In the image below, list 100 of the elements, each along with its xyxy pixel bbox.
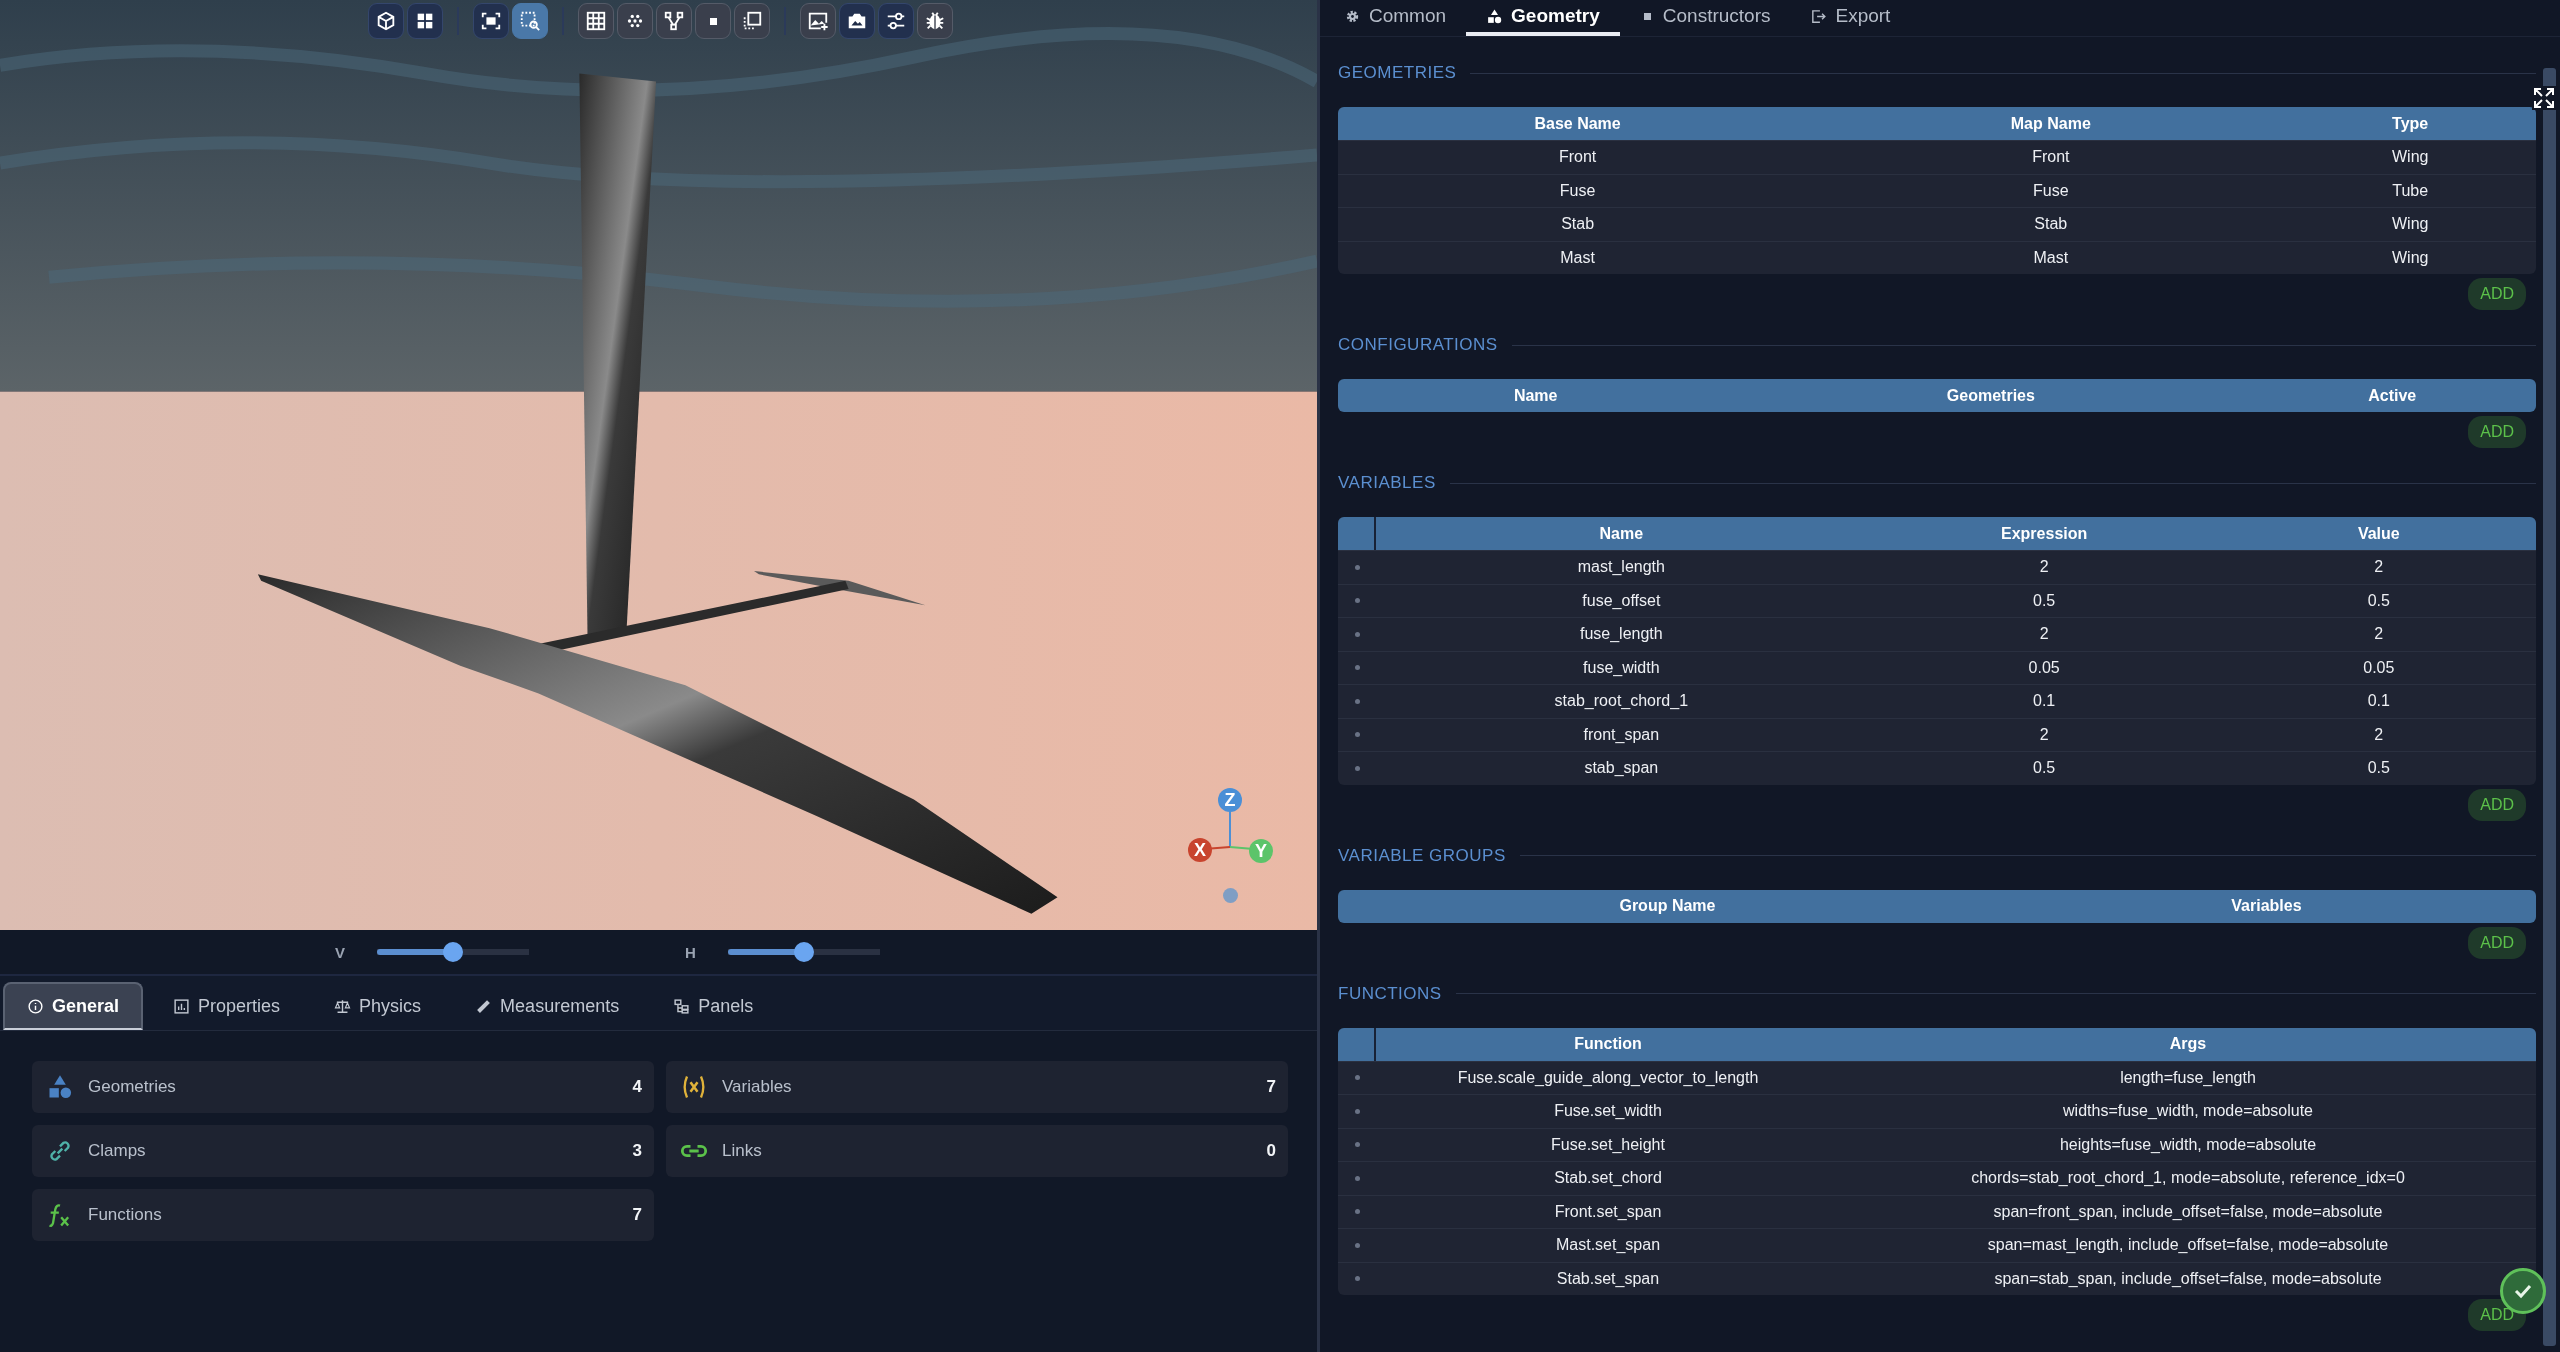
table-cell-text: Fuse.set_height [1550,1135,1666,1154]
drag-handle-icon[interactable] [1354,1242,1360,1248]
panel-tab[interactable]: Properties [149,982,305,1030]
cube-button[interactable] [368,3,404,39]
column-header[interactable]: Function [1376,1035,1840,1053]
drag-handle-icon[interactable] [1354,698,1360,704]
zoom-selection-icon [519,10,541,32]
square-icon [1643,12,1651,20]
summary-card[interactable]: Links 0 [666,1125,1288,1177]
column-header[interactable]: Group Name [1338,897,1997,915]
column-header[interactable]: Value [2221,524,2536,543]
summary-card[interactable]: Clamps 3 [32,1125,654,1177]
table-cell-text: length=fuse_length [2119,1068,2257,1087]
table-cell-text: Front [2031,148,2071,167]
drag-handle-icon[interactable] [1354,1175,1360,1181]
card-count: 4 [632,1077,642,1097]
table-cell-text: Mast [1559,248,1596,267]
card-label: Variables [722,1077,793,1097]
panels-icon [673,997,691,1015]
table-cell-text: front_span [1582,725,1661,744]
drag-handle-icon[interactable] [1354,1209,1360,1215]
column-header[interactable]: Name [1338,386,1734,405]
summary-card[interactable]: Geometries 4 [32,1061,654,1113]
editor-tab[interactable]: Constructors [1619,0,1791,36]
table-cell-text: 2 [2038,558,2050,577]
add-button[interactable]: ADD [2468,278,2526,310]
panel-tab[interactable]: General [3,982,144,1030]
table-cell-text: 0.5 [2032,759,2057,778]
panel-tab[interactable]: Measurements [451,982,644,1030]
drag-handle-icon[interactable] [1354,765,1360,771]
column-header[interactable]: Map Name [1817,114,2285,133]
table-cell-text: 0.5 [2366,759,2391,778]
drag-handle-icon[interactable] [1354,598,1360,604]
add-button[interactable]: ADD [2468,926,2526,959]
drag-handle-icon[interactable] [1354,1075,1360,1081]
add-button[interactable]: ADD [2468,416,2526,448]
column-header[interactable]: Expression [1866,524,2222,543]
slider-thumb[interactable] [443,942,463,962]
drag-handle-icon[interactable] [1354,1108,1360,1114]
table-cell-text: 0.1 [2366,692,2391,711]
bug-button[interactable] [917,3,953,39]
editor-tab[interactable]: Common [1324,0,1467,36]
table-cell-text: Stab.set_span [1555,1269,1661,1288]
drag-handle-icon[interactable] [1354,1276,1360,1282]
summary-card[interactable]: Functions 7 [32,1189,654,1241]
panel-tab[interactable]: Physics [310,982,446,1030]
expand-icon[interactable] [2532,86,2556,110]
drag-handle-icon[interactable] [1354,631,1360,637]
frame-icon [741,10,763,32]
info-icon [27,997,44,1015]
table-cell-text: Stab [1560,215,1596,234]
table-cell-text: 2 [2038,725,2050,744]
sliders-button[interactable] [878,3,914,39]
column-header[interactable]: Type [2284,114,2536,133]
table-cell-text: Mast.set_span [1554,1236,1662,1255]
table-cell-text: Front [1557,148,1598,167]
column-header[interactable]: Base Name [1338,114,1818,133]
frame-button[interactable] [734,3,770,39]
drag-handle-icon[interactable] [1354,564,1360,570]
fit-view-icon [480,10,502,32]
zoom-selection-button[interactable] [512,3,548,39]
cube-icon [375,10,397,32]
drag-handle-icon[interactable] [1354,665,1360,671]
table-cell-text: stab_span [1583,759,1660,778]
column-header[interactable]: Args [1840,1035,2536,1053]
table-cell-text: 0.05 [2362,658,2396,677]
table-cell-text: Fuse.set_width [1553,1102,1663,1121]
grid-button[interactable] [578,3,614,39]
panel-tab[interactable]: Panels [649,982,778,1030]
sliders-icon [885,10,907,32]
image-add-button[interactable] [800,3,836,39]
dots-button[interactable] [617,3,653,39]
scrollbar[interactable] [2543,68,2556,1346]
table-cell-text: Front.set_span [1553,1202,1663,1221]
fit-view-button[interactable] [473,3,509,39]
table-cell-text: Wing [2390,248,2430,267]
editor-tab[interactable]: Export [1790,0,1911,36]
table-cell-text: Mast [2032,248,2070,267]
slider-thumb[interactable] [793,942,814,962]
summary-card[interactable]: Variables 7 [666,1061,1288,1113]
table-cell-text: span=stab_span, include_offset=false, mode=absolute [1993,1269,2383,1288]
add-button[interactable]: ADD [2468,788,2526,821]
editor-tab[interactable]: Geometry [1466,0,1620,36]
camera-button[interactable] [839,3,875,39]
column-header[interactable]: Active [2248,386,2536,405]
column-header[interactable]: Variables [1996,897,2536,915]
table-cell-text: Tube [2391,181,2430,200]
column-header[interactable]: Geometries [1733,386,2249,405]
layout-button[interactable] [407,3,443,39]
column-header[interactable]: Name [1376,524,1867,543]
drag-handle-icon[interactable] [1354,732,1360,738]
vertex-button[interactable] [656,3,692,39]
table-cell-text: widths=fuse_width, mode=absolute [2062,1102,2314,1121]
drag-handle-icon[interactable] [1354,1142,1360,1148]
table-cell-text: 2 [2373,558,2385,577]
point-button[interactable] [695,3,731,39]
table-cell-text: chords=stab_root_chord_1, mode=absolute, reference_idx=0 [1970,1169,2406,1188]
card-label: Clamps [88,1141,147,1161]
card-count: 0 [1266,1141,1276,1161]
chart-icon [173,997,191,1015]
